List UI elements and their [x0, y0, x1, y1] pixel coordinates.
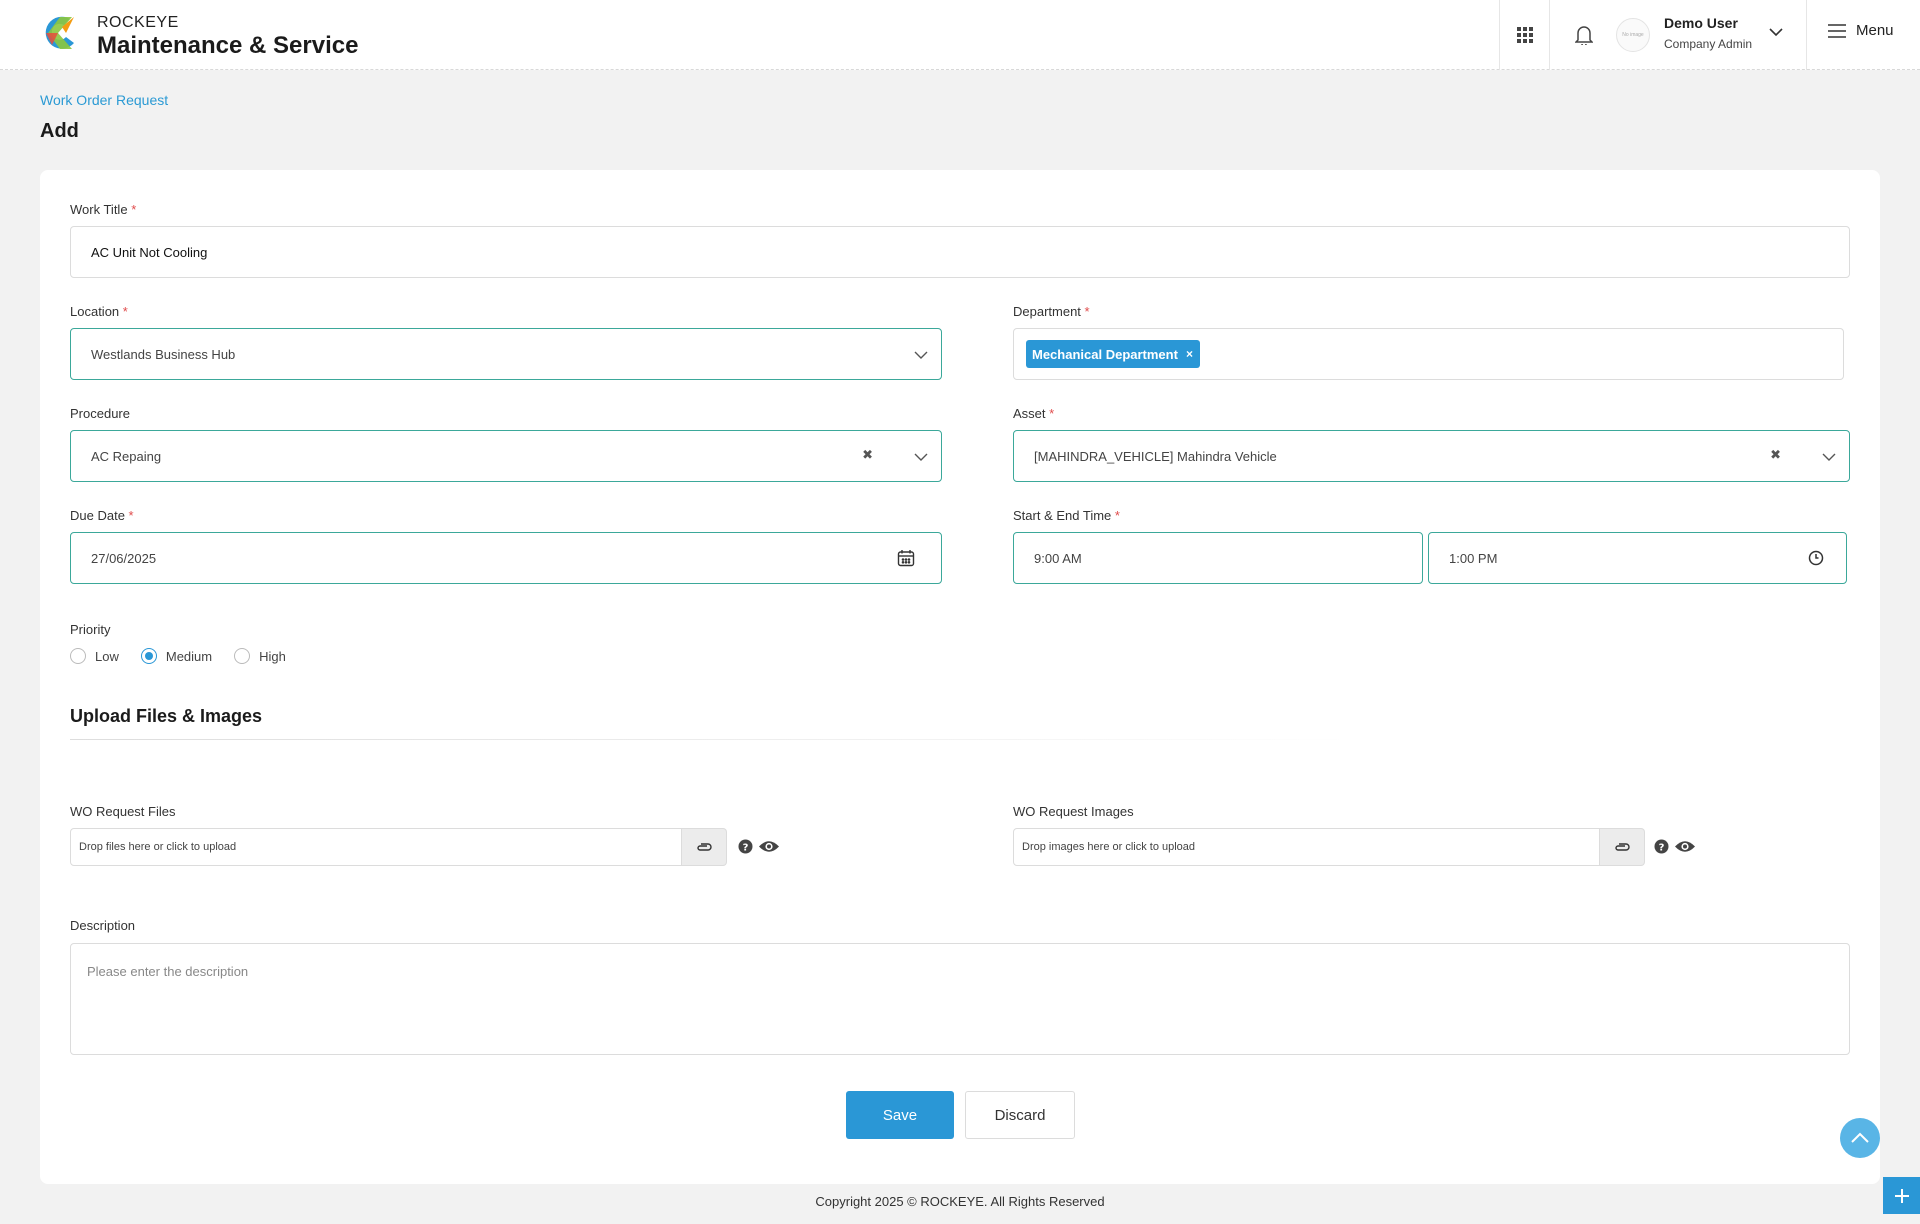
wo-files-dropzone[interactable]: Drop files here or click to upload: [70, 828, 682, 866]
attach-images-button[interactable]: [1600, 828, 1645, 866]
brand-name: ROCKEYE: [97, 14, 179, 31]
scroll-to-top-button[interactable]: [1840, 1118, 1880, 1158]
paperclip-icon: [1615, 843, 1630, 851]
save-button[interactable]: Save: [846, 1091, 954, 1139]
wo-images-dropzone[interactable]: Drop images here or click to upload: [1013, 828, 1600, 866]
menu-label: Menu: [1856, 22, 1894, 39]
breadcrumb[interactable]: Work Order Request: [40, 92, 168, 108]
wo-images-placeholder: Drop images here or click to upload: [1022, 841, 1196, 853]
radio-button[interactable]: [70, 648, 86, 664]
description-placeholder: Please enter the description: [87, 964, 249, 979]
work-order-form-card: Work Title * AC Unit Not Cooling Locatio…: [40, 170, 1880, 1184]
asset-label: Asset *: [1013, 406, 1055, 421]
procedure-label: Procedure: [70, 406, 130, 421]
chevron-down-icon: [914, 351, 928, 359]
procedure-value: AC Repaing: [91, 448, 162, 464]
priority-option-low[interactable]: Low: [70, 648, 119, 664]
end-time-value: 1:00 PM: [1449, 550, 1498, 566]
chevron-down-icon: [1822, 453, 1836, 461]
location-select[interactable]: Westlands Business Hub: [70, 328, 942, 380]
user-name[interactable]: Demo User: [1664, 15, 1738, 31]
location-value: Westlands Business Hub: [91, 346, 236, 362]
eye-icon[interactable]: [1674, 839, 1696, 854]
upload-section-title: Upload Files & Images: [70, 706, 263, 726]
work-title-input[interactable]: AC Unit Not Cooling: [70, 226, 1850, 278]
clock-icon[interactable]: [1808, 550, 1824, 566]
apps-grid-icon: [1517, 27, 1533, 43]
svg-text:?: ?: [1659, 843, 1665, 854]
eye-icon[interactable]: [758, 839, 780, 854]
due-date-input[interactable]: 27/06/2025: [70, 532, 942, 584]
due-date-value: 27/06/2025: [91, 550, 157, 566]
start-time-value: 9:00 AM: [1034, 550, 1082, 566]
clear-icon[interactable]: ✖: [1770, 447, 1781, 463]
department-tag: Mechanical Department ×: [1026, 340, 1200, 368]
chevron-up-icon: [1851, 1132, 1869, 1143]
calendar-icon[interactable]: [897, 549, 915, 567]
start-time-input[interactable]: 9:00 AM: [1013, 532, 1423, 584]
priority-radio-group: Low Medium High: [70, 648, 308, 664]
app-title: Maintenance & Service: [97, 32, 359, 59]
header-divider: [1499, 0, 1500, 70]
section-divider: [70, 739, 1350, 740]
wo-files-label: WO Request Files: [70, 804, 176, 819]
description-textarea[interactable]: Please enter the description: [70, 943, 1850, 1055]
menu-button[interactable]: Menu: [1828, 22, 1894, 39]
notifications-button[interactable]: [1567, 18, 1601, 52]
user-role: Company Admin: [1664, 37, 1753, 51]
hamburger-icon: [1828, 23, 1846, 38]
wo-images-label: WO Request Images: [1013, 804, 1134, 819]
priority-label: Priority: [70, 622, 111, 637]
work-title-label: Work Title *: [70, 202, 137, 217]
apps-grid-button[interactable]: [1508, 18, 1542, 52]
header-divider: [1549, 0, 1550, 70]
help-icon[interactable]: ?: [738, 839, 753, 854]
paperclip-icon: [697, 843, 712, 851]
page-title: Add: [40, 120, 79, 142]
work-title-value: AC Unit Not Cooling: [91, 244, 208, 260]
help-icon[interactable]: ?: [1654, 839, 1669, 854]
discard-button[interactable]: Discard: [965, 1091, 1075, 1139]
start-end-time-label: Start & End Time *: [1013, 508, 1120, 523]
bell-icon: [1575, 26, 1593, 45]
priority-option-high[interactable]: High: [234, 648, 286, 664]
header-divider: [1806, 0, 1807, 70]
radio-button-checked[interactable]: [140, 648, 157, 664]
svg-text:?: ?: [743, 843, 749, 854]
department-multiselect[interactable]: Mechanical Department ×: [1013, 328, 1844, 380]
priority-option-medium[interactable]: Medium: [140, 648, 212, 664]
attach-files-button[interactable]: [682, 828, 727, 866]
top-header: ROCKEYE Maintenance & Service No image D…: [0, 0, 1920, 70]
add-button[interactable]: [1883, 1177, 1920, 1214]
location-label: Location *: [70, 304, 128, 319]
end-time-input[interactable]: 1:00 PM: [1428, 532, 1847, 584]
rockeye-logo: [45, 16, 74, 49]
due-date-label: Due Date *: [70, 508, 134, 523]
footer-copyright: Copyright 2025 © ROCKEYE. All Rights Res…: [815, 1194, 1105, 1209]
asset-select[interactable]: [MAHINDRA_VEHICLE] Mahindra Vehicle ✖: [1013, 430, 1850, 482]
tag-remove-icon[interactable]: ×: [1186, 347, 1193, 361]
clear-icon[interactable]: ✖: [862, 447, 873, 463]
chevron-down-icon[interactable]: [1768, 24, 1784, 40]
procedure-select[interactable]: AC Repaing ✖: [70, 430, 942, 482]
department-label: Department *: [1013, 304, 1090, 319]
wo-files-placeholder: Drop files here or click to upload: [79, 841, 237, 853]
radio-button[interactable]: [234, 648, 251, 664]
plus-icon: [1894, 1188, 1909, 1203]
asset-value: [MAHINDRA_VEHICLE] Mahindra Vehicle: [1034, 448, 1277, 464]
chevron-down-icon: [914, 453, 928, 461]
description-label: Description: [70, 918, 136, 933]
avatar[interactable]: No image: [1616, 18, 1650, 52]
